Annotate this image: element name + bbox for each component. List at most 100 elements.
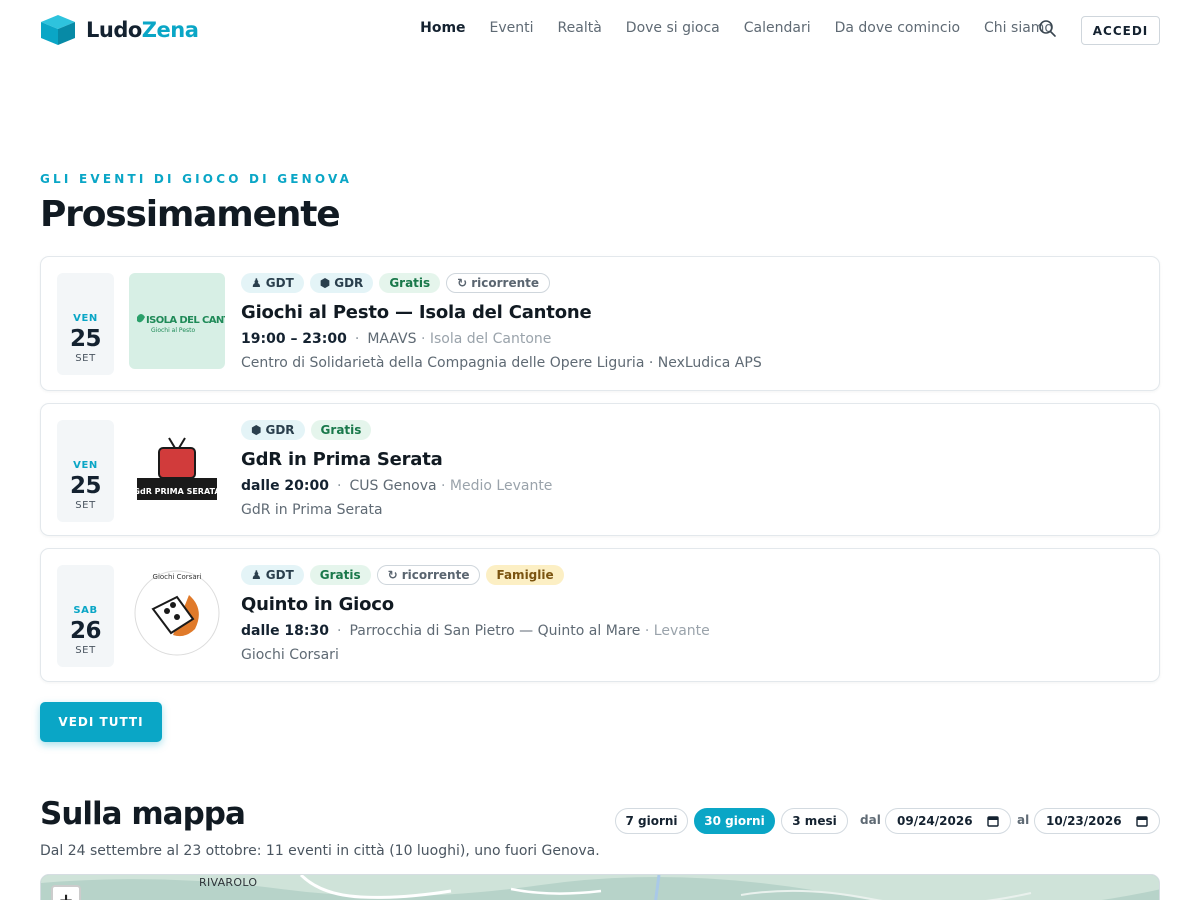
range-3-months-button[interactable]: 3 mesi xyxy=(781,808,848,834)
die-icon: ⬢ xyxy=(319,276,331,290)
event-place: CUS Genova xyxy=(349,478,437,494)
map-section-title: Sulla mappa xyxy=(40,796,246,832)
login-button[interactable]: ACCEDI xyxy=(1081,16,1160,45)
event-tags: ♟ GDT Gratis ↻ ricorrente Famiglie xyxy=(241,565,710,586)
event-time: dalle 18:30 xyxy=(241,623,329,639)
giochi-corsari-logo: Giochi Corsari xyxy=(134,570,220,656)
to-date-input[interactable]: 10/23/2026 xyxy=(1034,808,1160,834)
event-meta: dalle 18:30 · Parrocchia di San Pietro — Q… xyxy=(241,623,710,639)
tag-gdt: ♟ GDT xyxy=(241,273,304,293)
event-title[interactable]: Quinto in Gioco xyxy=(241,594,710,615)
brand-name: LudoZena xyxy=(86,18,199,42)
event-card[interactable]: VEN 25 SET GdR PRIMA SERATA ⬢ GDR Gratis … xyxy=(40,403,1160,536)
nav-realta[interactable]: Realtà xyxy=(558,20,602,36)
gdr-prima-serata-logo: GdR PRIMA SERATA xyxy=(133,437,221,500)
thumb-text: Giochi Corsari xyxy=(153,573,202,581)
thumb-text: GdR PRIMA SERATA xyxy=(133,487,221,496)
event-meta: dalle 20:00 · CUS Genova · Medio Levante xyxy=(241,478,552,494)
range-30-days-button[interactable]: 30 giorni xyxy=(694,808,775,834)
event-day: 25 xyxy=(69,473,102,499)
main-nav: Home Eventi Realtà Dove si gioca Calenda… xyxy=(420,20,1053,36)
event-day: 25 xyxy=(69,326,102,352)
event-body: ♟ GDT Gratis ↻ ricorrente Famiglie Quinto … xyxy=(241,565,710,663)
tag-label: ricorrente xyxy=(471,276,540,290)
tag-gdt: ♟ GDT xyxy=(241,565,304,585)
from-date-input[interactable]: 09/24/2026 xyxy=(885,808,1011,834)
to-date-value: 10/23/2026 xyxy=(1046,814,1122,828)
nav-eventi[interactable]: Eventi xyxy=(490,20,534,36)
brand-name-part1: Ludo xyxy=(86,18,142,42)
thumb-text: ISOLA DEL CANTONE xyxy=(146,315,225,326)
event-tags: ⬢ GDR Gratis xyxy=(241,420,552,441)
tag-label: GDT xyxy=(265,276,294,290)
event-date: VEN 25 SET xyxy=(57,420,114,522)
section-title: Prossimamente xyxy=(40,194,341,235)
map-section-subtitle: Dal 24 settembre al 23 ottobre: 11 event… xyxy=(40,843,600,859)
tag-gratis: Gratis xyxy=(310,420,372,440)
tag-gratis: Gratis xyxy=(379,273,441,293)
meeple-icon: ♟ xyxy=(251,276,262,290)
meeple-icon: ♟ xyxy=(251,568,262,582)
event-organizer: Giochi Corsari xyxy=(241,647,339,663)
tag-label: GDT xyxy=(265,568,294,582)
event-body: ⬢ GDR Gratis GdR in Prima Serata dalle 20… xyxy=(241,420,552,518)
event-time: dalle 20:00 xyxy=(241,478,329,494)
event-area: · Levante xyxy=(644,623,710,639)
event-weekday: SAB xyxy=(73,605,98,616)
calendar-icon[interactable] xyxy=(1136,815,1148,827)
section-kicker: GLI EVENTI DI GIOCO DI GENOVA xyxy=(40,172,353,186)
thumb-subtext: Giochi al Pesto xyxy=(151,327,195,334)
tag-gdr: ⬢ GDR xyxy=(241,420,305,440)
event-date: VEN 25 SET xyxy=(57,273,114,375)
site-logo[interactable]: LudoZena xyxy=(40,14,199,46)
tag-label: GDR xyxy=(265,423,295,437)
tag-gratis: Gratis xyxy=(309,565,371,585)
event-area: · Isola del Cantone xyxy=(420,331,552,347)
event-title[interactable]: Giochi al Pesto — Isola del Cantone xyxy=(241,302,762,323)
event-place: MAAVS xyxy=(367,331,417,347)
meta-separator: · xyxy=(354,331,360,347)
event-time: 19:00 – 23:00 xyxy=(241,331,347,347)
map-place-label: RIVAROLO xyxy=(199,876,258,889)
event-place: Parrocchia di San Pietro — Quinto al Mar… xyxy=(349,623,641,639)
event-card[interactable]: VEN 25 SET ISOLA DEL CANTONE Giochi al P… xyxy=(40,256,1160,391)
event-card[interactable]: SAB 26 SET Giochi Corsari ♟ GDT Gratis ↻ r… xyxy=(40,548,1160,682)
nav-dove-si-gioca[interactable]: Dove si gioca xyxy=(626,20,720,36)
search-icon[interactable] xyxy=(1037,18,1059,40)
from-date-label: dal xyxy=(860,813,881,827)
event-body: ♟ GDT ⬢ GDR Gratis ↻ ricorrente Giochi al P… xyxy=(241,273,762,371)
event-title[interactable]: GdR in Prima Serata xyxy=(241,449,552,470)
to-date-label: al xyxy=(1017,813,1030,827)
event-organizer: Centro di Solidarietà della Compagnia de… xyxy=(241,355,762,371)
meta-separator: · xyxy=(337,623,342,639)
events-map[interactable]: RIVAROLO + xyxy=(40,874,1160,900)
meta-separator: · xyxy=(337,478,342,494)
repeat-icon: ↻ xyxy=(457,276,468,290)
die-icon: ⬢ xyxy=(251,423,262,437)
tag-label: GDR xyxy=(334,276,364,290)
event-organizer: GdR in Prima Serata xyxy=(241,502,383,518)
event-tags: ♟ GDT ⬢ GDR Gratis ↻ ricorrente xyxy=(241,273,762,294)
isola-del-cantone-logo: ISOLA DEL CANTONE Giochi al Pesto xyxy=(137,314,225,334)
tag-gdr: ⬢ GDR xyxy=(309,273,374,293)
nav-da-dove-comincio[interactable]: Da dove comincio xyxy=(835,20,960,36)
event-meta: 19:00 – 23:00 · MAAVS · Isola del Cantone xyxy=(241,331,762,347)
calendar-icon[interactable] xyxy=(987,815,999,827)
event-month: SET xyxy=(75,645,96,656)
cube-logo-icon xyxy=(41,15,75,45)
tag-famiglie: Famiglie xyxy=(486,565,564,585)
nav-calendari[interactable]: Calendari xyxy=(744,20,811,36)
nav-home[interactable]: Home xyxy=(420,20,465,36)
event-day: 26 xyxy=(69,618,102,644)
from-date-value: 09/24/2026 xyxy=(897,814,973,828)
event-month: SET xyxy=(75,353,96,364)
event-date: SAB 26 SET xyxy=(57,565,114,667)
see-all-button[interactable]: VEDI TUTTI xyxy=(40,702,162,742)
zoom-in-button[interactable]: + xyxy=(51,885,81,900)
range-7-days-button[interactable]: 7 giorni xyxy=(615,808,688,834)
site-header: LudoZena Home Eventi Realtà Dove si gioc… xyxy=(0,0,1200,60)
event-thumbnail: Giochi Corsari xyxy=(129,565,225,661)
event-area: · Medio Levante xyxy=(441,478,553,494)
brand-name-part2: Zena xyxy=(141,18,199,42)
tag-ricorrente: ↻ ricorrente xyxy=(376,565,481,585)
